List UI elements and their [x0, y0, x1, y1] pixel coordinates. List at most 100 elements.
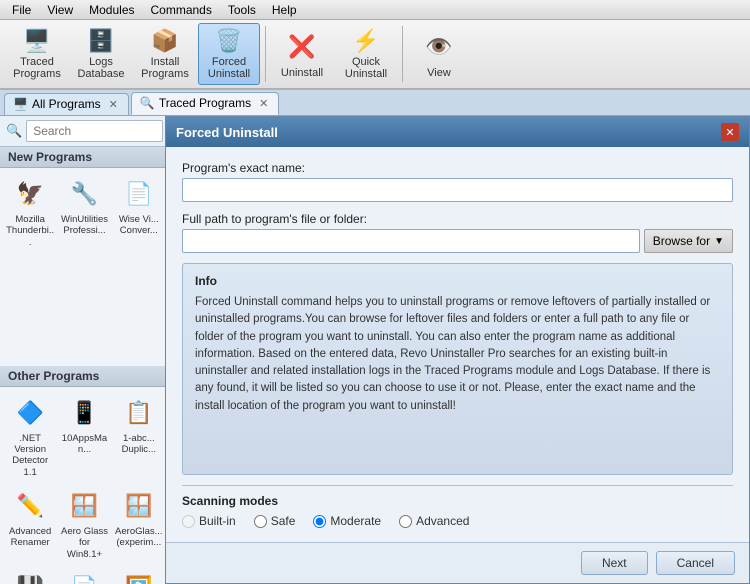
list-item[interactable]: ✏️ Advanced Renamer — [4, 484, 56, 564]
prog-label: 10AppsMan... — [60, 433, 108, 456]
program-name-label: Program's exact name: — [182, 161, 733, 175]
scanning-moderate-option[interactable]: Moderate — [313, 514, 381, 528]
sidebar: 🔍 New Programs 🦅 Mozilla Thunderbi... 🔧 … — [0, 116, 170, 584]
toolbar-install-programs-label: Install Programs — [141, 56, 189, 80]
browse-button[interactable]: Browse for ▼ — [644, 229, 733, 253]
cancel-button[interactable]: Cancel — [656, 551, 735, 575]
modal-footer: Next Cancel — [166, 542, 749, 583]
scanning-modes-label: Scanning modes — [182, 494, 733, 508]
info-title: Info — [195, 274, 720, 288]
toolbar-uninstall[interactable]: ❌ Uninstall — [271, 23, 333, 85]
toolbar-separator-2 — [402, 26, 403, 82]
tab-traced-programs-label: Traced Programs — [159, 96, 251, 110]
scanning-builtin-radio[interactable] — [182, 515, 195, 528]
forced-uninstall-dialog: Forced Uninstall ✕ Program's exact name:… — [165, 116, 750, 584]
prog-label: 1-abc... Duplic... — [115, 433, 163, 456]
scanning-advanced-radio[interactable] — [399, 515, 412, 528]
scanning-builtin-label: Built-in — [199, 514, 236, 528]
list-item[interactable]: 💾 AOMEI Partition A... — [4, 566, 56, 584]
list-item[interactable]: 📄 Wise Vi... Conver... — [113, 172, 165, 362]
menu-modules[interactable]: Modules — [81, 1, 142, 19]
tab-all-programs-label: All Programs — [32, 97, 101, 111]
scanning-modes-row: Built-in Safe Moderate Advanced — [182, 514, 733, 528]
toolbar-view-label: View — [427, 67, 451, 79]
prog-icon: 🪟 — [121, 488, 157, 524]
forced-uninstall-icon: 🗑️ — [211, 28, 247, 54]
menu-commands[interactable]: Commands — [143, 1, 220, 19]
new-programs-section: New Programs — [0, 147, 169, 168]
prog-icon: 📄 — [121, 176, 157, 212]
list-item[interactable]: 📋 1-abc... Duplic... — [113, 391, 165, 483]
prog-label: Wise Vi... Conver... — [115, 214, 163, 237]
toolbar-forced-uninstall[interactable]: 🗑️ Forced Uninstall — [198, 23, 260, 85]
quick-uninstall-icon: ⚡ — [348, 28, 384, 54]
tab-all-programs-icon: 🖥️ — [13, 97, 28, 111]
scanning-safe-radio[interactable] — [254, 515, 267, 528]
toolbar-traced-programs[interactable]: 🖥️ Traced Programs — [6, 23, 68, 85]
prog-icon: 🖼️ — [121, 570, 157, 584]
prog-icon: 🔷 — [12, 395, 48, 431]
scanning-moderate-label: Moderate — [330, 514, 381, 528]
scanning-safe-option[interactable]: Safe — [254, 514, 296, 528]
modal-close-button[interactable]: ✕ — [721, 123, 739, 141]
prog-icon: 📄 — [66, 570, 102, 584]
prog-label: Mozilla Thunderbi... — [6, 214, 54, 248]
scanning-moderate-radio[interactable] — [313, 515, 326, 528]
toolbar-forced-uninstall-label: Forced Uninstall — [208, 56, 250, 80]
tab-traced-programs[interactable]: 🔍 Traced Programs ✕ — [131, 92, 279, 115]
tab-all-programs-close[interactable]: ✕ — [109, 98, 118, 111]
tab-traced-programs-close[interactable]: ✕ — [259, 97, 268, 110]
scanning-builtin-option[interactable]: Built-in — [182, 514, 236, 528]
content-area: 🔍 New Programs 🦅 Mozilla Thunderbi... 🔧 … — [0, 116, 750, 584]
list-item[interactable]: 🪟 Aero Glass for Win8.1+ — [58, 484, 110, 564]
toolbar-quick-uninstall[interactable]: ⚡ Quick Uninstall — [335, 23, 397, 85]
program-name-input[interactable] — [182, 178, 733, 202]
uninstall-icon: ❌ — [284, 29, 320, 65]
tab-all-programs[interactable]: 🖥️ All Programs ✕ — [4, 93, 129, 115]
prog-icon: 🔧 — [66, 176, 102, 212]
toolbar-install-programs[interactable]: 📦 Install Programs — [134, 23, 196, 85]
scanning-safe-label: Safe — [271, 514, 296, 528]
file-path-input[interactable] — [182, 229, 640, 253]
file-path-field-group: Full path to program's file or folder: B… — [182, 212, 733, 253]
menu-tools[interactable]: Tools — [220, 1, 264, 19]
prog-icon: 🦅 — [12, 176, 48, 212]
view-icon: 👁️ — [421, 29, 457, 65]
browse-arrow-icon: ▼ — [714, 236, 724, 247]
next-button[interactable]: Next — [581, 551, 648, 575]
search-icon: 🔍 — [6, 123, 22, 139]
info-text: Forced Uninstall command helps you to un… — [195, 294, 720, 415]
prog-icon: ✏️ — [12, 488, 48, 524]
scanning-advanced-option[interactable]: Advanced — [399, 514, 469, 528]
prog-label: AeroGlas... (experim... — [115, 526, 163, 549]
toolbar-logs-database-label: Logs Database — [77, 56, 124, 80]
modal-titlebar: Forced Uninstall ✕ — [166, 117, 749, 147]
tab-traced-programs-icon: 🔍 — [140, 96, 155, 110]
list-item[interactable]: 🪟 AeroGlas... (experim... — [113, 484, 165, 564]
list-item[interactable]: 🔧 WinUtilities Professi... — [58, 172, 110, 362]
program-name-field-group: Program's exact name: — [182, 161, 733, 202]
modal-title: Forced Uninstall — [176, 125, 278, 140]
install-programs-icon: 📦 — [147, 28, 183, 54]
new-programs-grid: 🦅 Mozilla Thunderbi... 🔧 WinUtilities Pr… — [0, 168, 169, 366]
toolbar-view[interactable]: 👁️ View — [408, 23, 470, 85]
toolbar-separator-1 — [265, 26, 266, 82]
list-item[interactable]: 🖼️ Appower... Screen F... — [113, 566, 165, 584]
prog-label: .NET Version Detector 1.1 — [6, 433, 54, 479]
menu-view[interactable]: View — [39, 1, 81, 19]
toolbar-quick-uninstall-label: Quick Uninstall — [345, 56, 387, 80]
list-item[interactable]: 🦅 Mozilla Thunderbi... — [4, 172, 56, 362]
list-item[interactable]: 📄 ApowerPDF V3.1.3 — [58, 566, 110, 584]
list-item[interactable]: 🔷 .NET Version Detector 1.1 — [4, 391, 56, 483]
menubar: File View Modules Commands Tools Help — [0, 0, 750, 20]
prog-icon: 📋 — [121, 395, 157, 431]
prog-label: Advanced Renamer — [6, 526, 54, 549]
menu-help[interactable]: Help — [264, 1, 305, 19]
toolbar: 🖥️ Traced Programs 🗄️ Logs Database 📦 In… — [0, 20, 750, 90]
search-box: 🔍 — [0, 116, 169, 147]
menu-file[interactable]: File — [4, 1, 39, 19]
search-input[interactable] — [26, 120, 163, 142]
toolbar-logs-database[interactable]: 🗄️ Logs Database — [70, 23, 132, 85]
modal-body: Program's exact name: Full path to progr… — [166, 147, 749, 542]
list-item[interactable]: 📱 10AppsMan... — [58, 391, 110, 483]
